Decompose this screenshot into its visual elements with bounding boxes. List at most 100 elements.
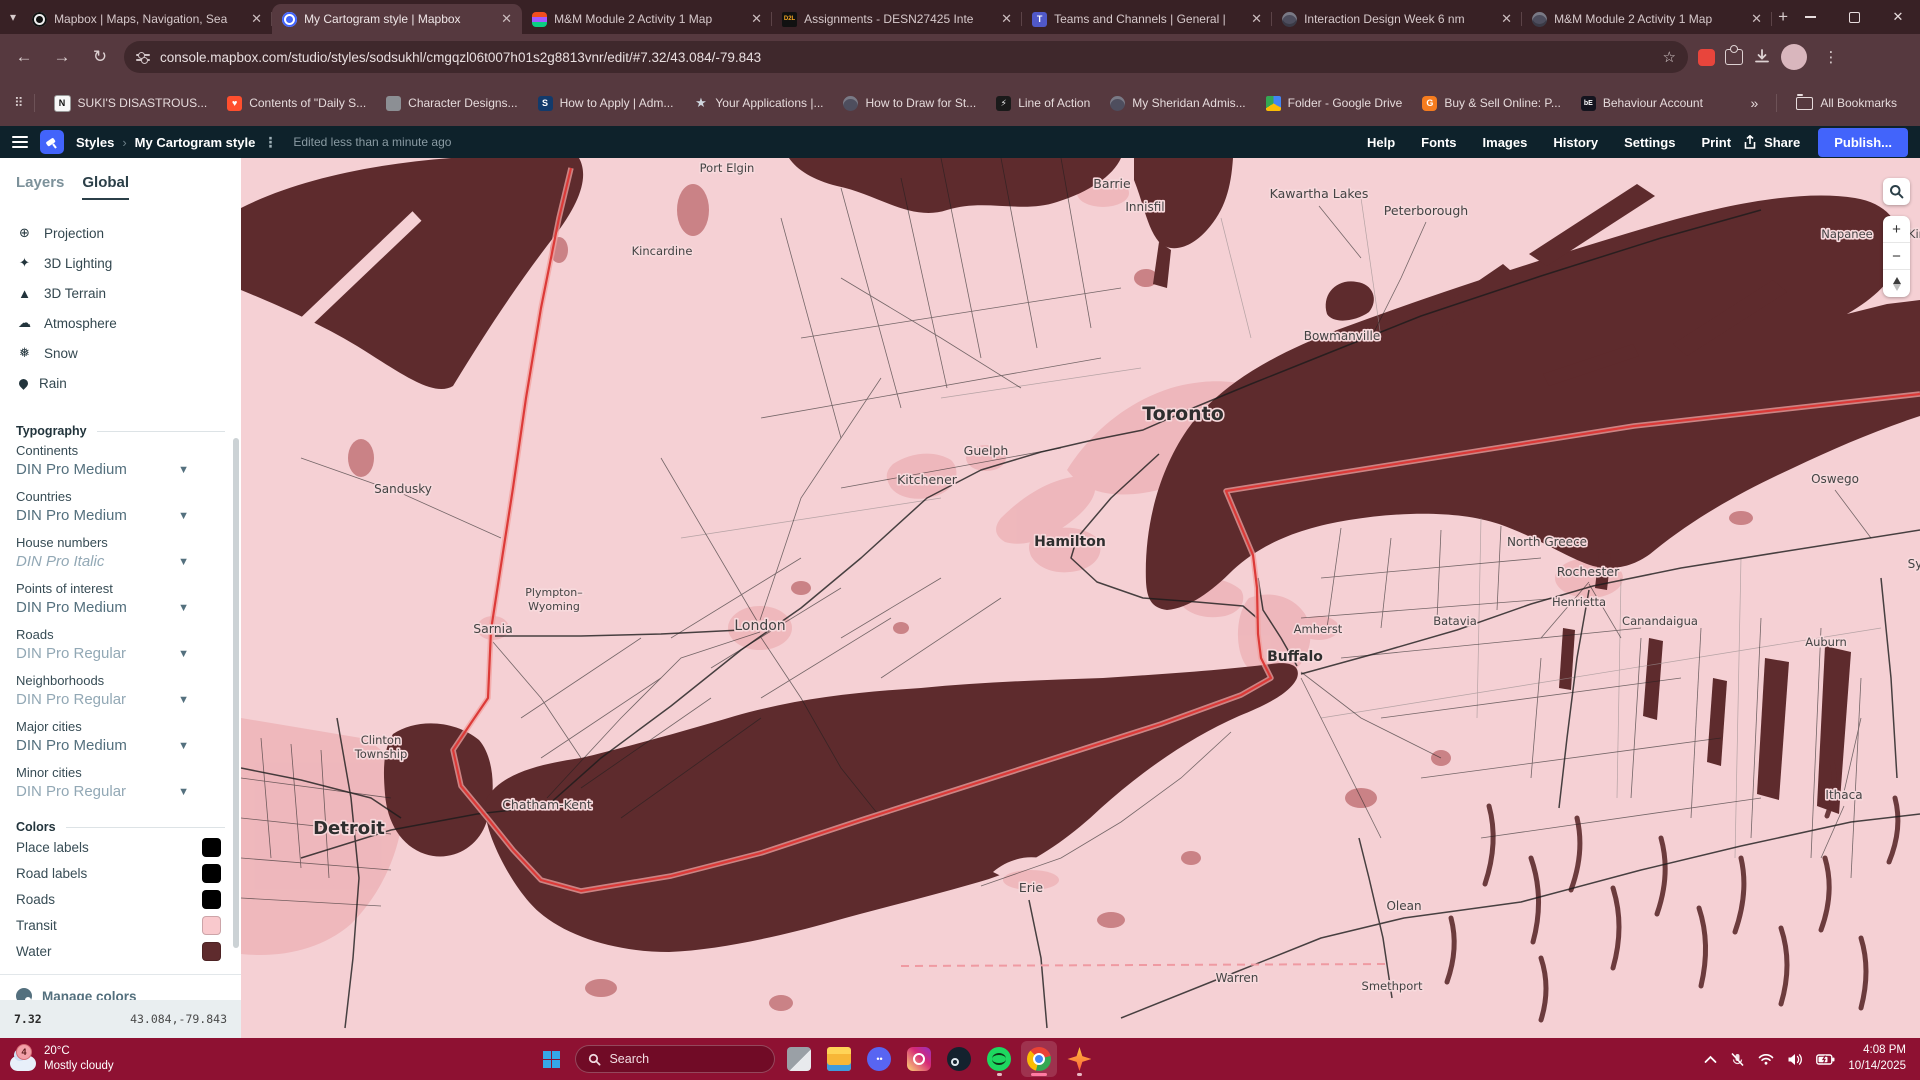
taskbar-search-box[interactable]: Search <box>575 1045 775 1073</box>
font-select[interactable]: DIN Pro Regular▼ <box>16 691 225 708</box>
window-close-button[interactable]: ✕ <box>1876 0 1920 34</box>
volume-icon[interactable] <box>1787 1053 1803 1066</box>
bookmark-item-5[interactable]: ★Your Applications |... <box>684 92 832 115</box>
font-select[interactable]: DIN Pro Italic▼ <box>16 553 225 570</box>
global-item-rain[interactable]: Rain <box>0 368 241 398</box>
browser-tab-2[interactable]: My Cartogram style | Mapbox✕ <box>272 4 522 34</box>
browser-menu-kebab-icon[interactable]: ⋮ <box>1817 48 1845 66</box>
bookmarks-overflow-chevron[interactable]: » <box>1743 95 1767 111</box>
publish-button[interactable]: Publish... <box>1818 128 1908 157</box>
compass-button[interactable] <box>1883 270 1910 297</box>
map-canvas[interactable]: TorontoDetroitHamiltonBuffaloLondonKitch… <box>241 158 1920 1038</box>
chevron-down-icon[interactable]: ▼ <box>178 786 189 798</box>
font-select[interactable]: DIN Pro Medium▼ <box>16 507 225 524</box>
start-button[interactable] <box>533 1041 569 1077</box>
tab-close-icon[interactable]: ✕ <box>1249 11 1264 27</box>
studio-nav-fonts[interactable]: Fonts <box>1421 135 1456 150</box>
bookmark-item-8[interactable]: My Sheridan Admis... <box>1101 92 1254 115</box>
style-options-kebab-icon[interactable]: ⋮ <box>263 134 277 151</box>
color-swatch[interactable] <box>202 838 221 857</box>
font-select[interactable]: DIN Pro Medium▼ <box>16 599 225 616</box>
mic-muted-icon[interactable] <box>1730 1052 1745 1067</box>
font-select[interactable]: DIN Pro Regular▼ <box>16 783 225 800</box>
bookmark-item-2[interactable]: ♥Contents of "Daily S... <box>218 92 375 115</box>
tab-close-icon[interactable]: ✕ <box>1749 11 1764 27</box>
color-swatch[interactable] <box>202 942 221 961</box>
downloads-icon[interactable] <box>1753 48 1771 66</box>
font-select[interactable]: DIN Pro Medium▼ <box>16 461 225 478</box>
studio-nav-settings[interactable]: Settings <box>1624 135 1675 150</box>
window-maximize-button[interactable] <box>1832 0 1876 34</box>
reload-icon[interactable]: ↻ <box>86 47 114 67</box>
hamburger-menu-icon[interactable] <box>12 133 28 151</box>
chrome-taskbar-icon[interactable] <box>1021 1041 1057 1077</box>
extensions-puzzle-icon[interactable] <box>1725 49 1743 65</box>
browser-tab-7[interactable]: M&M Module 2 Activity 1 Map✕ <box>1522 4 1772 34</box>
map-search-button[interactable] <box>1883 178 1910 205</box>
spotify-taskbar-icon[interactable] <box>981 1041 1017 1077</box>
global-item-3d-lighting[interactable]: ✦3D Lighting <box>0 248 241 278</box>
tab-close-icon[interactable]: ✕ <box>749 11 764 27</box>
mapbox-studio-logo[interactable] <box>40 130 64 154</box>
bookmark-item-11[interactable]: bEBehaviour Account <box>1572 92 1712 115</box>
task-view-taskbar-icon[interactable] <box>781 1041 817 1077</box>
bookmark-star-icon[interactable]: ☆ <box>1663 48 1676 66</box>
tab-search-chevron-icon[interactable]: ▾ <box>8 4 18 30</box>
color-swatch[interactable] <box>202 890 221 909</box>
tab-close-icon[interactable]: ✕ <box>499 11 514 27</box>
bookmark-item-10[interactable]: GBuy & Sell Online: P... <box>1413 92 1570 115</box>
chevron-down-icon[interactable]: ▼ <box>178 510 189 522</box>
bookmark-item-1[interactable]: NSUKI'S DISASTROUS... <box>45 91 217 116</box>
chevron-down-icon[interactable]: ▼ <box>178 740 189 752</box>
window-minimize-button[interactable] <box>1788 0 1832 34</box>
bookmark-item-9[interactable]: Folder - Google Drive <box>1257 92 1412 115</box>
discord-taskbar-icon[interactable] <box>861 1041 897 1077</box>
zoom-out-button[interactable]: − <box>1883 243 1910 270</box>
back-icon[interactable]: ← <box>10 47 38 67</box>
studio-nav-print[interactable]: Print <box>1701 135 1731 150</box>
bookmark-item-4[interactable]: SHow to Apply | Adm... <box>529 92 683 115</box>
breadcrumb-styles-link[interactable]: Styles <box>76 135 114 150</box>
bookmark-item-7[interactable]: ⚡Line of Action <box>987 92 1099 115</box>
tab-global[interactable]: Global <box>82 174 129 200</box>
battery-icon[interactable] <box>1816 1054 1835 1065</box>
profile-avatar[interactable] <box>1781 44 1807 70</box>
font-select[interactable]: DIN Pro Regular▼ <box>16 645 225 662</box>
tab-close-icon[interactable]: ✕ <box>249 11 264 27</box>
zoom-in-button[interactable]: + <box>1883 216 1910 243</box>
browser-tab-1[interactable]: Mapbox | Maps, Navigation, Sea✕ <box>22 4 272 34</box>
url-field[interactable]: console.mapbox.com/studio/styles/sodsukh… <box>124 41 1688 73</box>
taskbar-weather-widget[interactable]: 4 20°C Mostly cloudy <box>0 1044 230 1074</box>
global-item-snow[interactable]: ❅Snow <box>0 338 241 368</box>
studio-nav-images[interactable]: Images <box>1483 135 1528 150</box>
tab-close-icon[interactable]: ✕ <box>999 11 1014 27</box>
tray-chevron-up-icon[interactable] <box>1704 1055 1717 1064</box>
tab-close-icon[interactable]: ✕ <box>1499 11 1514 27</box>
browser-tab-4[interactable]: D2LAssignments - DESN27425 Inte✕ <box>772 4 1022 34</box>
chevron-down-icon[interactable]: ▼ <box>178 556 189 568</box>
instagram-taskbar-icon[interactable] <box>901 1041 937 1077</box>
star-app-taskbar-icon[interactable] <box>1061 1041 1097 1077</box>
studio-nav-help[interactable]: Help <box>1367 135 1395 150</box>
bookmark-item-3[interactable]: Character Designs... <box>377 92 526 115</box>
forward-icon[interactable]: → <box>48 47 76 67</box>
apps-grid-icon[interactable]: ⠿ <box>14 95 24 111</box>
all-bookmarks-button[interactable]: All Bookmarks <box>1787 92 1906 114</box>
wifi-icon[interactable] <box>1758 1053 1774 1065</box>
sidebar-scrollbar[interactable] <box>233 438 239 948</box>
chevron-down-icon[interactable]: ▼ <box>178 648 189 660</box>
browser-tab-5[interactable]: TTeams and Channels | General |✕ <box>1022 4 1272 34</box>
share-button[interactable]: Share <box>1743 135 1800 150</box>
site-info-icon[interactable] <box>136 51 150 64</box>
chevron-down-icon[interactable]: ▼ <box>178 602 189 614</box>
color-swatch[interactable] <box>202 864 221 883</box>
bookmark-item-6[interactable]: How to Draw for St... <box>834 92 985 115</box>
global-item-projection[interactable]: ⊕Projection <box>0 218 241 248</box>
tab-layers[interactable]: Layers <box>16 174 64 200</box>
color-swatch[interactable] <box>202 916 221 935</box>
taskbar-clock[interactable]: 4:08 PM 10/14/2025 <box>1848 1043 1906 1074</box>
browser-tab-3[interactable]: M&M Module 2 Activity 1 Map✕ <box>522 4 772 34</box>
chevron-down-icon[interactable]: ▼ <box>178 464 189 476</box>
steam-taskbar-icon[interactable] <box>941 1041 977 1077</box>
chevron-down-icon[interactable]: ▼ <box>178 694 189 706</box>
